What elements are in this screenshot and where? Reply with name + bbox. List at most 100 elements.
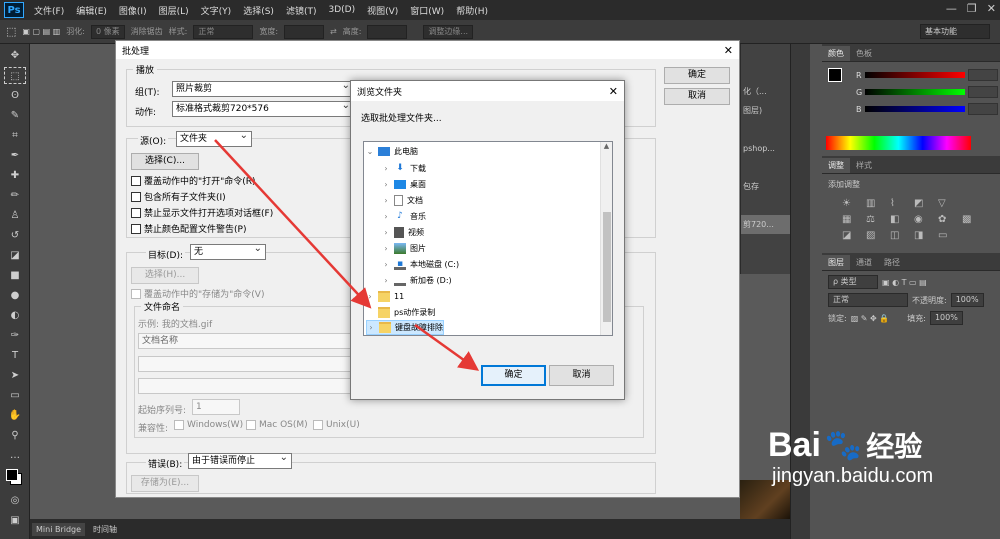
tree-node-folder-11[interactable]: › 11 [366, 289, 404, 304]
close-icon[interactable]: ✕ [724, 44, 733, 57]
tab-adjustments[interactable]: 调整 [822, 158, 850, 173]
menu-window[interactable]: 窗口(W) [404, 4, 450, 17]
crop-tool-icon[interactable]: ⌗ [4, 127, 26, 144]
source-select[interactable]: 文件夹 [176, 129, 252, 147]
tab-color[interactable]: 颜色 [822, 46, 850, 61]
tree-node-desktop[interactable]: › 桌面 [382, 177, 426, 192]
tab-layers[interactable]: 图层 [822, 255, 850, 270]
tree-node-videos[interactable]: › 视频 [382, 225, 424, 240]
screen-mode-icon[interactable]: ▣ [4, 512, 26, 529]
tree-node-pc[interactable]: ⌄ 此电脑 [366, 144, 418, 159]
close-icon[interactable]: ✕ [987, 2, 996, 15]
expand-icon[interactable]: › [382, 212, 390, 221]
r-slider[interactable] [864, 72, 965, 78]
tab-swatches[interactable]: 色板 [850, 46, 878, 61]
hue-icon[interactable]: ▦ [842, 214, 858, 225]
scroll-thumb[interactable] [603, 212, 611, 322]
brightness-icon[interactable]: ☀ [842, 198, 858, 209]
tab-styles[interactable]: 样式 [850, 158, 878, 173]
choose-source-button[interactable]: 选择(C)... [131, 153, 199, 170]
photo-filter-icon[interactable]: ◉ [914, 214, 930, 225]
selective-icon[interactable]: ◨ [914, 230, 930, 241]
style-select[interactable]: 正常 [193, 24, 254, 39]
workspace-select[interactable]: 基本功能 [920, 24, 990, 39]
tab-channels[interactable]: 通道 [850, 255, 878, 270]
quick-mask-icon[interactable]: ◎ [4, 492, 26, 509]
eraser-icon[interactable]: ◪ [4, 247, 26, 264]
vibrance-icon[interactable]: ▽ [938, 198, 954, 209]
folder-tree[interactable]: ⌄ 此电脑 › ⬇ 下载 › 桌面 › 文档 › ♪ 音乐 › 视频 › 图片 › ▪ 本地磁盘 (C… [363, 141, 613, 336]
blend-mode-select[interactable]: 正常 [828, 293, 908, 307]
tree-node-pictures[interactable]: › 图片 [382, 241, 426, 256]
b-input[interactable] [967, 103, 998, 115]
menu-3d[interactable]: 3D(D) [322, 5, 361, 15]
menu-image[interactable]: 图像(I) [113, 4, 153, 17]
minimize-icon[interactable]: — [946, 2, 957, 15]
levels-icon[interactable]: ▥ [866, 198, 882, 209]
suppress-open-options-checkbox[interactable]: 禁止显示文件打开选项对话框(F) [131, 206, 273, 219]
history-item[interactable] [741, 120, 790, 139]
tree-node-ps-actions[interactable]: ps动作录制 [366, 305, 435, 320]
eyedropper-icon[interactable]: ✒ [4, 147, 26, 164]
save-as-button[interactable]: 存储为(E)... [131, 475, 199, 492]
r-input[interactable] [967, 69, 998, 81]
tree-node-keyboard-troubleshoot[interactable]: › 键盘故障排除 [366, 320, 444, 335]
path-select-icon[interactable]: ➤ [4, 367, 26, 384]
name-field-3[interactable] [138, 378, 353, 394]
marquee-tool-icon[interactable]: ⬚ [6, 25, 16, 38]
expand-icon[interactable]: › [366, 292, 374, 301]
expand-icon[interactable]: › [382, 260, 390, 269]
scroll-up-icon[interactable]: ▲ [601, 142, 612, 150]
lock-icons[interactable]: ▨ ✎ ✥ 🔒 [851, 314, 890, 323]
history-item[interactable]: 包存 [741, 177, 790, 196]
history-item[interactable]: pshop... [741, 139, 790, 158]
height-input[interactable] [367, 24, 408, 39]
color-spectrum[interactable] [826, 136, 971, 150]
blur-tool-icon[interactable]: ● [4, 287, 26, 304]
tree-node-documents[interactable]: › 文档 [382, 193, 423, 208]
include-subfolders-checkbox[interactable]: 包含所有子文件夹(I) [131, 190, 226, 203]
shape-tool-icon[interactable]: ▭ [4, 387, 26, 404]
override-save-checkbox[interactable]: 覆盖动作中的"存储为"命令(V) [131, 287, 264, 300]
start-serial-input[interactable]: 1 [192, 399, 240, 415]
foreground-swatch[interactable] [828, 68, 842, 82]
feather-input[interactable]: 0 像素 [90, 24, 125, 39]
browse-ok-button[interactable]: 确定 [481, 365, 546, 386]
color-swatches-icon[interactable] [4, 467, 26, 489]
expand-icon[interactable]: › [382, 180, 390, 189]
tab-paths[interactable]: 路径 [878, 255, 906, 270]
close-icon[interactable]: ✕ [609, 85, 618, 98]
dodge-tool-icon[interactable]: ◐ [4, 307, 26, 324]
expand-icon[interactable]: › [382, 196, 390, 205]
history-item[interactable]: 剪720... [741, 215, 790, 234]
menu-layer[interactable]: 图层(L) [153, 4, 195, 17]
pen-tool-icon[interactable]: ✑ [4, 327, 26, 344]
history-item[interactable]: 化（... [741, 82, 790, 101]
menu-file[interactable]: 文件(F) [28, 4, 70, 17]
history-item[interactable] [741, 44, 790, 63]
tree-node-music[interactable]: › ♪ 音乐 [382, 209, 426, 224]
width-input[interactable] [284, 24, 325, 39]
tab-mini-bridge[interactable]: Mini Bridge [32, 522, 86, 536]
lasso-tool-icon[interactable]: ʘ [4, 87, 26, 104]
history-item[interactable] [741, 158, 790, 177]
bw-icon[interactable]: ◧ [890, 214, 906, 225]
antialias-checkbox[interactable]: 消除锯齿 [131, 26, 163, 37]
gradient-map-icon[interactable]: ▭ [938, 230, 954, 241]
history-item[interactable]: 图层) [741, 101, 790, 120]
history-item[interactable] [741, 63, 790, 82]
brush-tool-icon[interactable]: ✏ [4, 187, 26, 204]
menu-help[interactable]: 帮助(H) [450, 4, 494, 17]
balance-icon[interactable]: ⚖ [866, 214, 882, 225]
gradient-icon[interactable]: ■ [4, 267, 26, 284]
history-item[interactable] [741, 234, 790, 253]
history-brush-icon[interactable]: ↺ [4, 227, 26, 244]
restore-icon[interactable]: ❐ [967, 2, 977, 15]
swap-icon[interactable]: ⇄ [330, 27, 337, 36]
expand-icon[interactable]: › [382, 276, 390, 285]
menu-edit[interactable]: 编辑(E) [70, 4, 113, 17]
invert-icon[interactable]: ◪ [842, 230, 858, 241]
exposure-icon[interactable]: ◩ [914, 198, 930, 209]
opacity-input[interactable]: 100% [950, 293, 984, 307]
posterize-icon[interactable]: ▨ [866, 230, 882, 241]
